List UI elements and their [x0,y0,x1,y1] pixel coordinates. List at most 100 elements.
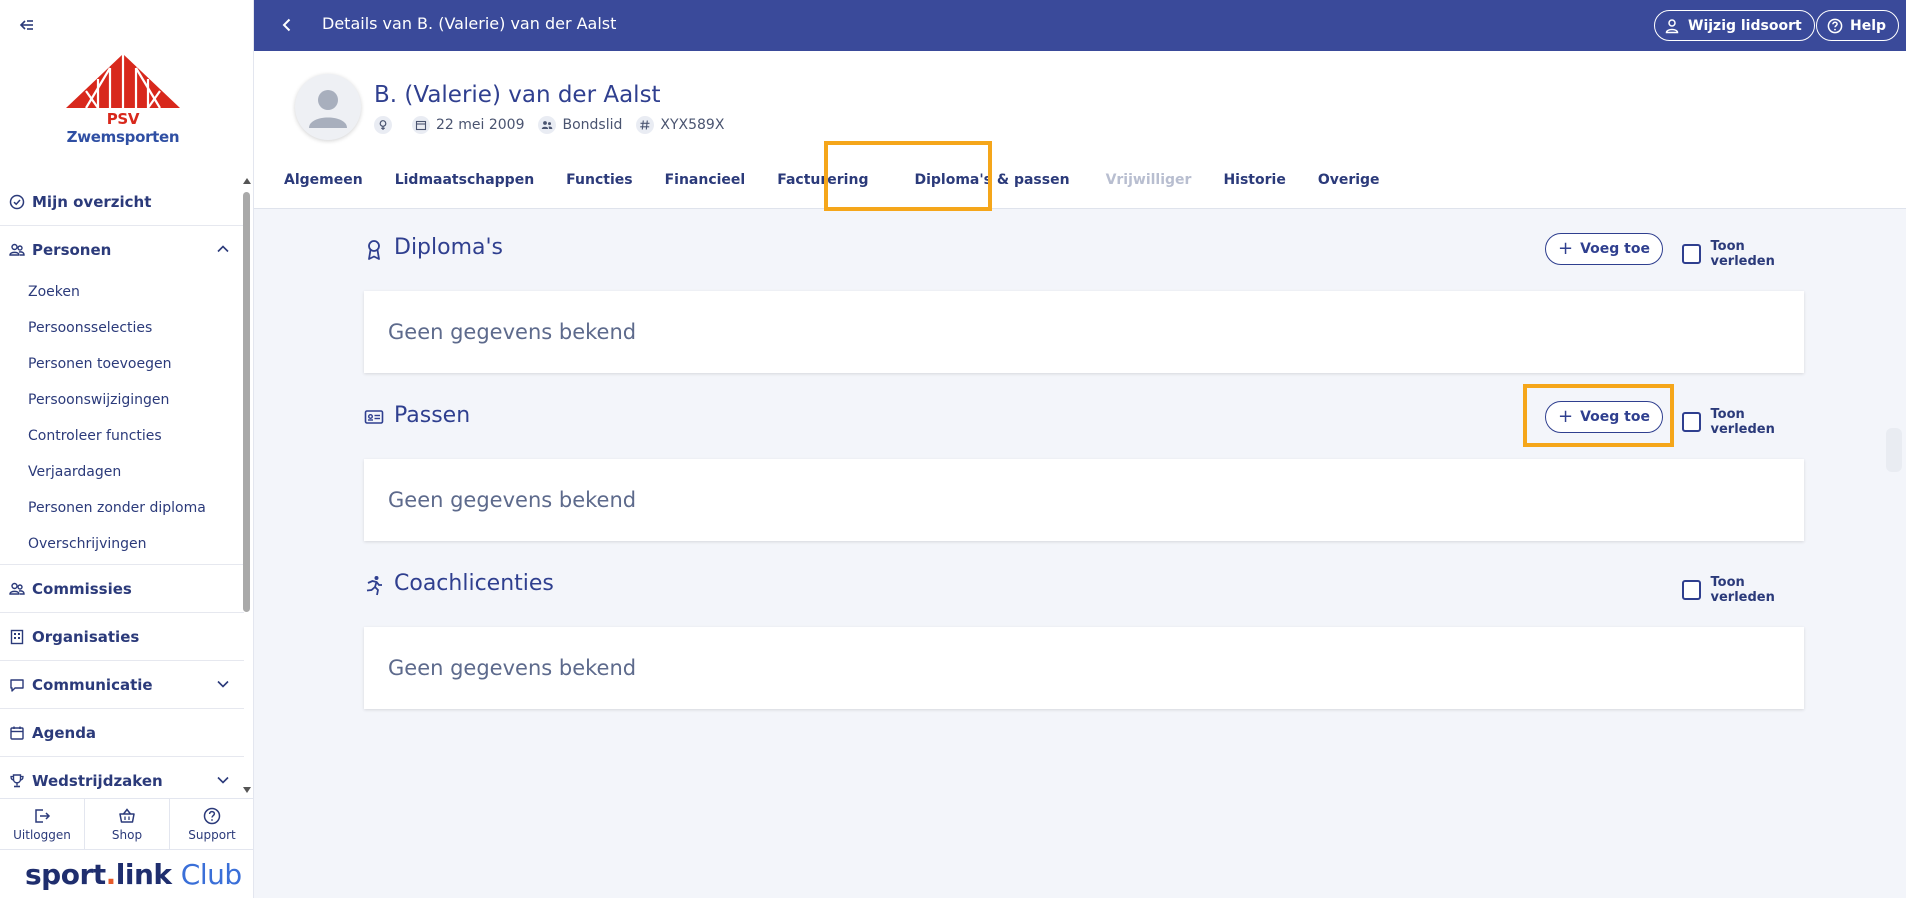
question-circle-icon [1827,18,1843,33]
nav-personen-zonder-diploma[interactable]: Personen zonder diploma [0,490,244,526]
tab-financieel[interactable]: Financieel [649,151,762,209]
relation-code: XYX589X [660,117,725,133]
nav-personen[interactable]: Personen [0,226,244,274]
club-logo[interactable]: PSV Zwemsporten [58,52,188,146]
shop-label: Shop [111,827,143,842]
checkbox-box[interactable] [1682,244,1701,264]
app-root: PSV Zwemsporten Mijn overzicht Personen … [0,0,1906,898]
tab-historie[interactable]: Historie [1207,151,1301,209]
content-scroll-handle[interactable] [1886,428,1902,472]
people-icon [538,116,557,134]
nav-mijn-overzicht[interactable]: Mijn overzicht [0,178,244,226]
tab-vrijwilliger[interactable]: Vrijwilliger [1090,151,1208,209]
sidebar-scrollbar[interactable] [242,178,252,793]
sidebar-nav: Mijn overzicht Personen Zoeken Persoonss… [0,178,244,793]
nav-verjaardagen[interactable]: Verjaardagen [0,454,244,490]
scroll-down-arrow-icon[interactable] [243,787,251,793]
tab-overige[interactable]: Overige [1302,151,1396,209]
club-logo-text: PSV Zwemsporten [66,110,180,146]
coachlicenties-section-header: Coachlicenties Toon verleden [364,567,1804,605]
logout-label: Uitloggen [13,827,71,842]
diplomas-title: Diploma's [394,235,504,260]
coachlicenties-show-past-checkbox[interactable]: Toon verleden [1682,575,1804,605]
nav-persoonswijzigingen[interactable]: Persoonswijzigingen [0,382,244,418]
coachlicenties-empty-text: Geen gegevens bekend [388,656,637,680]
hash-icon [636,116,655,134]
tab-lidmaatschappen[interactable]: Lidmaatschappen [379,151,550,209]
plus-icon: + [1558,406,1574,427]
nav-communicatie[interactable]: Communicatie [0,661,244,709]
checkbox-box[interactable] [1682,580,1701,600]
nav-personen-toevoegen[interactable]: Personen toevoegen [0,346,244,382]
nav-persoonsselecties[interactable]: Persoonsselecties [0,310,244,346]
nav-commissies[interactable]: Commissies [0,565,244,613]
club-logo-mark-icon [66,54,180,109]
passen-empty-text: Geen gegevens bekend [388,488,637,512]
diplomas-empty-card: Geen gegevens bekend [364,291,1804,373]
diplomas-add-label: Voeg toe [1580,241,1650,257]
scrollbar-thumb[interactable] [243,192,250,612]
page-title: Details van B. (Valerie) van der Aalst [322,14,617,33]
coachlicenties-show-past-label: Toon verleden [1710,575,1775,605]
people-icon [8,241,26,259]
support-button[interactable]: Support [170,799,254,849]
top-bar: Details van B. (Valerie) van der Aalst W… [254,0,1906,51]
member-type-item: Bondslid [538,116,622,134]
support-label: Support [188,827,236,842]
passen-empty-card: Geen gegevens bekend [364,459,1804,541]
diplomas-empty-text: Geen gegevens bekend [388,320,637,344]
shop-button[interactable]: Shop [85,799,170,849]
nav-controleer-functies[interactable]: Controleer functies [0,418,244,454]
back-arrow-icon[interactable] [278,16,296,34]
collapse-sidebar-icon[interactable] [18,16,38,36]
person-meta: 22 mei 2009 Bondslid XYX589X [374,116,738,134]
passen-title: Passen [394,403,471,428]
nav-organisaties[interactable]: Organisaties [0,613,244,661]
change-membership-type-button[interactable]: Wijzig lidsoort [1654,10,1815,41]
nav-wedstrijdzaken[interactable]: Wedstrijdzaken [0,757,244,793]
nav-wedstrijdzaken-label: Wedstrijdzaken [32,771,163,790]
nav-personen-label: Personen [32,241,112,259]
passen-show-past-checkbox[interactable]: Toon verleden [1682,407,1804,437]
detail-tabs: Algemeen Lidmaatschappen Functies Financ… [268,151,1396,209]
personen-submenu: Zoeken Persoonsselecties Personen toevoe… [0,274,244,565]
diplomas-section-header: Diploma's + Voeg toe Toon verleden [364,231,1804,269]
passen-add-button[interactable]: + Voeg toe [1545,401,1663,433]
nav-zoeken[interactable]: Zoeken [0,274,244,310]
help-label: Help [1850,17,1887,34]
nav-commissies-label: Commissies [32,579,132,598]
passen-show-past-label: Toon verleden [1710,407,1775,437]
nav-mijn-overzicht-label: Mijn overzicht [32,192,152,211]
person-name: B. (Valerie) van der Aalst [374,82,661,108]
sidebar-bottom-actions: Uitloggen Shop Support [0,798,254,850]
nav-overschrijvingen[interactable]: Overschrijvingen [0,526,244,562]
person-header: B. (Valerie) van der Aalst 22 mei 2009 B… [254,51,1906,209]
nav-organisaties-label: Organisaties [32,627,140,646]
member-type: Bondslid [562,117,623,133]
logout-button[interactable]: Uitloggen [0,799,85,849]
female-icon [374,116,392,134]
avatar[interactable] [295,74,361,140]
logout-icon [35,808,51,823]
passen-add-label: Voeg toe [1580,409,1650,425]
checkbox-box[interactable] [1682,412,1701,432]
diplomas-show-past-checkbox[interactable]: Toon verleden [1682,239,1804,269]
calendar-icon [412,116,430,134]
tab-algemeen[interactable]: Algemeen [268,151,379,209]
tab-functies[interactable]: Functies [550,151,648,209]
calendar-icon [8,724,26,742]
question-circle-icon [203,807,221,824]
scroll-up-arrow-icon[interactable] [243,178,251,184]
running-person-icon [364,575,384,596]
tab-diplomas-passen[interactable]: Diploma's & passen [884,151,1089,209]
diplomas-show-past-label: Toon verleden [1710,239,1775,269]
diplomas-add-button[interactable]: + Voeg toe [1545,233,1663,265]
check-circle-icon [8,193,26,211]
relation-code-item: XYX589X [636,116,724,134]
tab-facturering[interactable]: Facturering [761,151,884,209]
gender-indicator [374,116,398,134]
help-button[interactable]: Help [1816,10,1900,41]
passen-section-header: Passen + Voeg toe Toon verleden [364,399,1804,437]
nav-agenda[interactable]: Agenda [0,709,244,757]
trophy-icon [8,772,26,790]
